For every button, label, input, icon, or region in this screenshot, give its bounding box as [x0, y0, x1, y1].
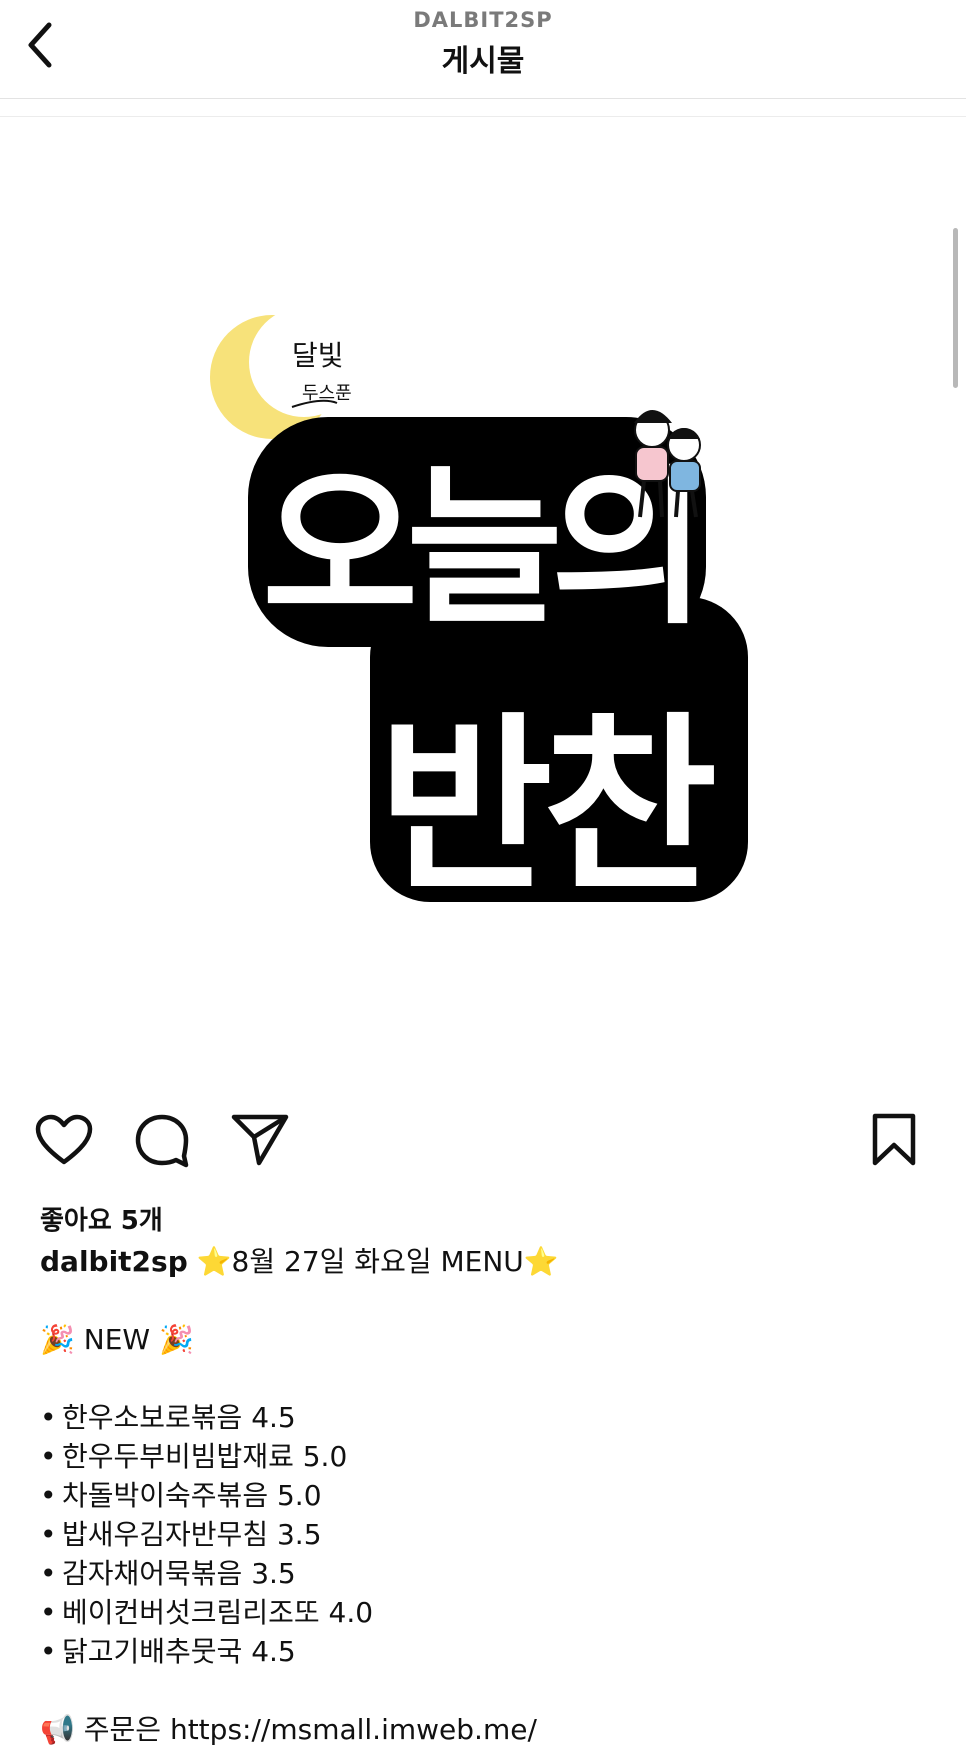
list-item: • 밥새우김자반무침 3.5: [40, 1515, 930, 1554]
bullet: •: [40, 1518, 57, 1551]
new-label: NEW: [83, 1323, 151, 1356]
heart-icon: [35, 1114, 93, 1165]
comment-icon: [135, 1114, 189, 1168]
likes-count[interactable]: 좋아요 5개: [40, 1200, 163, 1237]
comment-button[interactable]: [130, 1108, 194, 1172]
action-bar: [0, 1108, 966, 1178]
logo-title-line2: 반찬: [378, 696, 715, 917]
order-link[interactable]: 주문은 https://msmall.imweb.me/: [84, 1713, 537, 1746]
caption-headline: dalbit2sp ⭐8월 27일 화요일 MENU⭐: [40, 1242, 930, 1281]
bullet: •: [40, 1635, 57, 1668]
page-title: 게시물: [441, 44, 525, 79]
top-bar: DALBIT2SP 게시물: [0, 0, 966, 99]
menu-item-text: 닭고기배추뭇국 4.5: [62, 1635, 296, 1668]
new-label-line: 🎉 NEW 🎉: [40, 1320, 930, 1359]
menu-item-text: 베이컨버섯크림리조또 4.0: [62, 1596, 374, 1629]
list-item: • 한우소보로볶음 4.5: [40, 1398, 930, 1437]
like-button[interactable]: [32, 1108, 96, 1172]
party-popper-icon: 🎉: [159, 1323, 194, 1356]
list-item: • 차돌박이숙주볶음 5.0: [40, 1476, 930, 1515]
menu-item-text: 차돌박이숙주볶음 5.0: [62, 1479, 322, 1512]
megaphone-icon: 📢: [40, 1713, 75, 1746]
scrollbar[interactable]: [953, 228, 958, 388]
party-popper-icon: 🎉: [40, 1323, 75, 1356]
order-line: 📢 주문은 https://msmall.imweb.me/: [40, 1710, 930, 1749]
menu-item-text: 한우두부비빔밥재료 5.0: [62, 1440, 348, 1473]
menu-item-text: 감자채어묵볶음 3.5: [62, 1557, 296, 1590]
brand-logo: 달빛 두스푼 오늘의 반찬: [210, 307, 748, 917]
logo-small-text: 달빛: [292, 339, 344, 372]
star-icon: ⭐: [523, 1245, 559, 1278]
bullet: •: [40, 1596, 57, 1629]
menu-item-text: 밥새우김자반무침 3.5: [62, 1518, 322, 1551]
list-item: • 한우두부비빔밥재료 5.0: [40, 1437, 930, 1476]
star-icon: ⭐: [196, 1245, 232, 1278]
list-item: • 닭고기배추뭇국 4.5: [40, 1632, 930, 1671]
bullet: •: [40, 1440, 57, 1473]
logo-title-line1: 오늘의: [262, 450, 695, 648]
caption-username[interactable]: dalbit2sp: [40, 1245, 188, 1278]
paper-plane-icon: [231, 1114, 289, 1166]
bullet: •: [40, 1557, 57, 1590]
list-item: • 베이컨버섯크림리조또 4.0: [40, 1593, 930, 1632]
post-caption: dalbit2sp ⭐8월 27일 화요일 MENU⭐ 🎉 NEW 🎉 • 한우소…: [40, 1242, 930, 1749]
header-username[interactable]: DALBIT2SP: [0, 8, 966, 32]
post-image[interactable]: 달빛 두스푼 오늘의 반찬: [0, 117, 966, 1077]
share-button[interactable]: [228, 1108, 292, 1172]
bookmark-icon: [872, 1113, 916, 1166]
bullet: •: [40, 1401, 57, 1434]
caption-headline-text: 8월 27일 화요일 MENU: [231, 1245, 524, 1278]
bullet: •: [40, 1479, 57, 1512]
list-item: • 감자채어묵볶음 3.5: [40, 1554, 930, 1593]
menu-item-text: 한우소보로볶음 4.5: [62, 1401, 296, 1434]
menu-list: • 한우소보로볶음 4.5 • 한우두부비빔밥재료 5.0 • 차돌박이숙주볶음 5.0 •…: [40, 1398, 930, 1671]
save-button[interactable]: [862, 1108, 926, 1172]
